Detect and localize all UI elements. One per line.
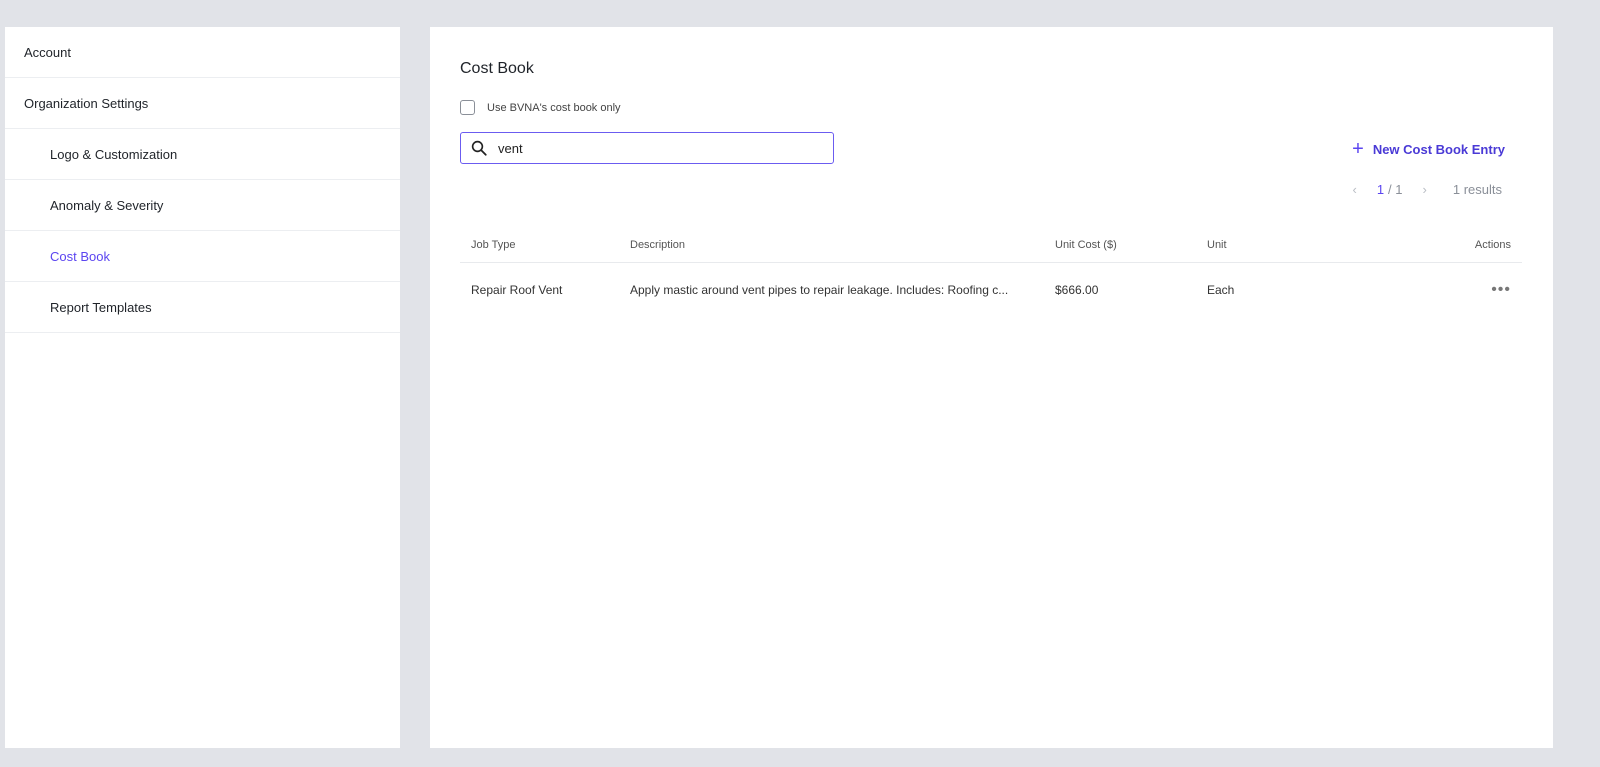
table-header-row: Job Type Description Unit Cost ($) Unit …	[460, 227, 1522, 263]
search-icon	[471, 140, 487, 156]
header-actions: Actions	[1345, 227, 1522, 263]
cell-actions: •••	[1346, 263, 1522, 318]
chevron-left-icon[interactable]: ‹	[1352, 182, 1356, 197]
main-panel: Cost Book Use BVNA's cost book only + Ne…	[430, 27, 1553, 748]
new-cost-book-entry-button[interactable]: + New Cost Book Entry	[1352, 139, 1505, 159]
sidebar-item-report-templates[interactable]: Report Templates	[5, 282, 400, 333]
plus-icon: +	[1352, 138, 1364, 160]
sidebar-item-organization-settings[interactable]: Organization Settings	[5, 78, 400, 129]
cell-unit-cost: $666.00	[1055, 283, 1099, 297]
pagination: ‹ 1 / 1 › 1 results	[1352, 182, 1502, 197]
search-field[interactable]	[460, 132, 834, 164]
header-unit-cost[interactable]: Unit Cost ($)	[1044, 227, 1196, 263]
page-title: Cost Book	[460, 60, 534, 77]
total-pages: / 1	[1388, 182, 1403, 197]
sidebar-item-cost-book[interactable]: Cost Book	[5, 231, 400, 282]
cost-book-table: Job Type Description Unit Cost ($) Unit …	[460, 227, 1522, 317]
checkbox-label: Use BVNA's cost book only	[487, 101, 621, 114]
results-count: 1 results	[1452, 182, 1502, 197]
description-text: Apply mastic around vent pipes to repair…	[630, 283, 1009, 297]
sidebar-item-anomaly-severity[interactable]: Anomaly & Severity	[5, 180, 400, 231]
header-job-type[interactable]: Job Type	[460, 227, 619, 263]
more-actions-icon[interactable]: •••	[1491, 281, 1511, 298]
cell-unit: Each	[1207, 283, 1235, 297]
sidebar-item-account[interactable]: Account	[5, 27, 400, 78]
settings-sidebar: Account Organization Settings Logo & Cus…	[5, 27, 400, 748]
new-button-label: New Cost Book Entry	[1372, 141, 1505, 157]
header-unit[interactable]: Unit	[1196, 227, 1346, 263]
bvna-only-checkbox[interactable]	[460, 100, 475, 115]
bvna-only-checkbox-row[interactable]: Use BVNA's cost book only	[460, 100, 621, 115]
current-page: 1	[1376, 182, 1385, 197]
cell-description: Apply mastic around vent pipes to repair…	[619, 263, 1044, 318]
chevron-right-icon[interactable]: ›	[1423, 182, 1427, 197]
table-row[interactable]: Repair Roof Vent Apply mastic around ven…	[460, 263, 1522, 318]
header-description[interactable]: Description	[619, 227, 1044, 263]
sidebar-item-logo-customization[interactable]: Logo & Customization	[5, 129, 400, 180]
search-input[interactable]	[496, 139, 800, 157]
cell-job-type: Repair Roof Vent	[471, 283, 563, 297]
